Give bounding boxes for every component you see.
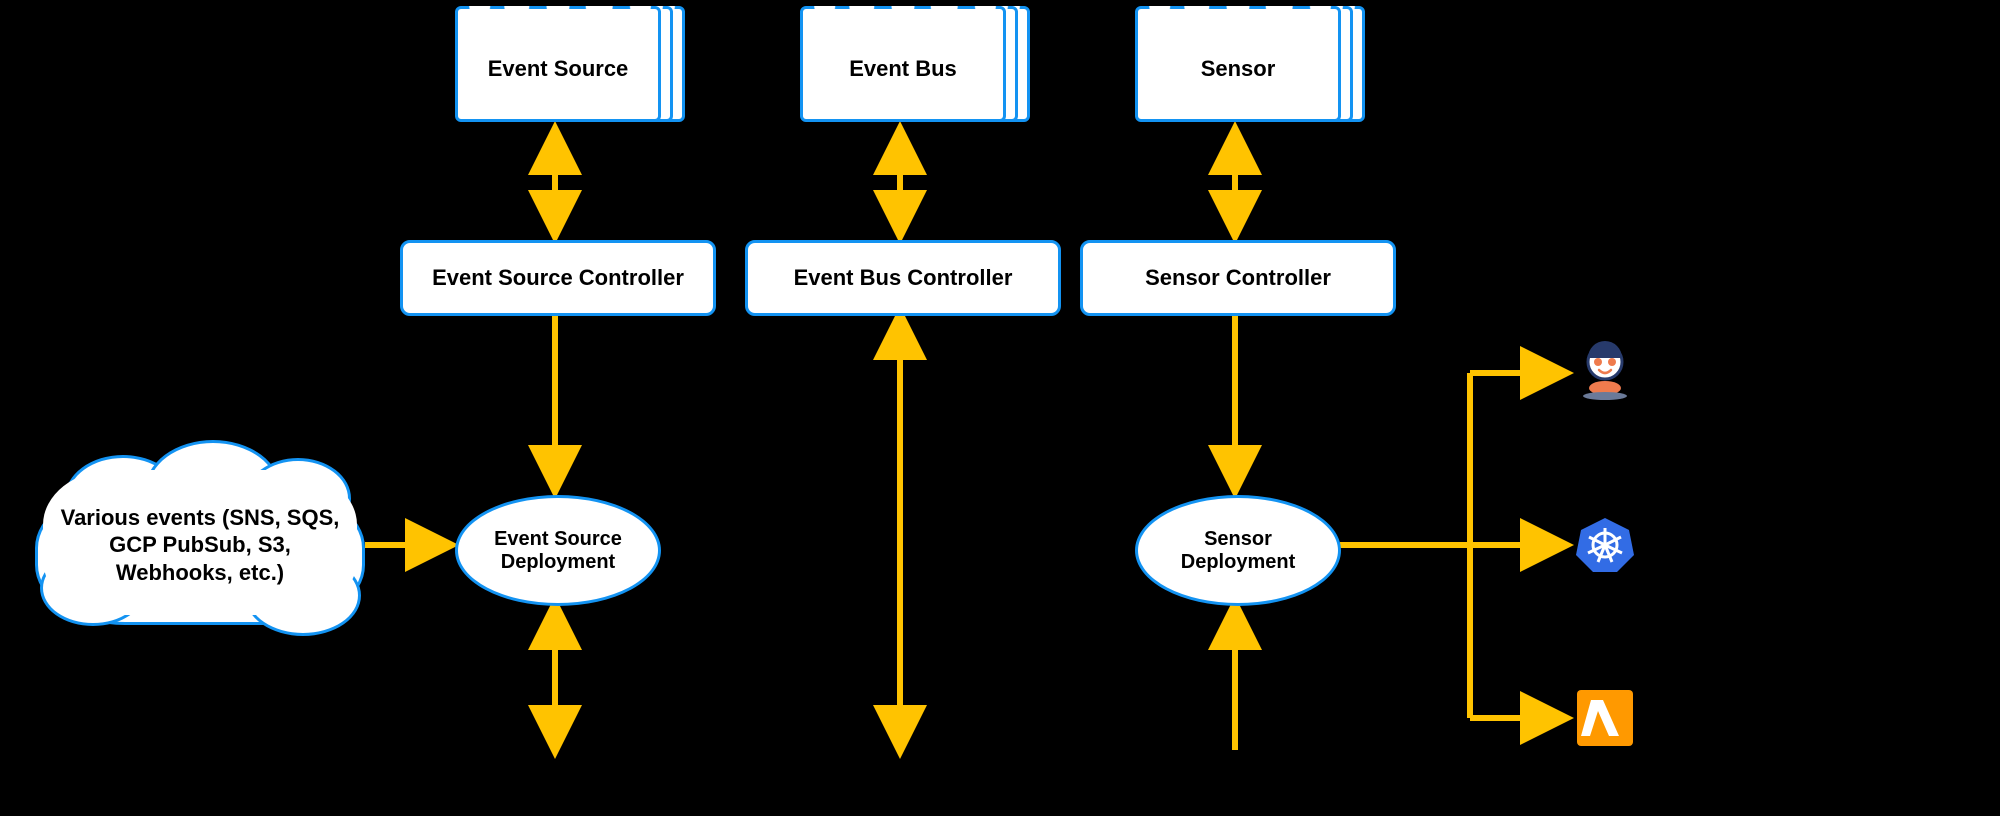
aws-lambda-icon bbox=[1575, 688, 1635, 748]
argo-icon bbox=[1575, 340, 1635, 400]
event-bus-caption: Event Bus with NATS Streaming bbox=[750, 785, 1086, 811]
event-source-stack-label: Event Source bbox=[458, 9, 658, 119]
architecture-diagram: Event Source Event Source Controller Eve… bbox=[0, 0, 2000, 816]
kubernetes-icon bbox=[1575, 515, 1635, 575]
event-bus-stack-label: Event Bus bbox=[803, 9, 1003, 119]
event-source-controller: Event Source Controller bbox=[400, 240, 716, 316]
event-bus-controller: Event Bus Controller bbox=[745, 240, 1061, 316]
sensor-stack-label: Sensor bbox=[1138, 9, 1338, 119]
events-cloud-label: Various events (SNS, SQS, GCP PubSub, S3… bbox=[35, 450, 365, 640]
sensor-controller: Sensor Controller bbox=[1080, 240, 1396, 316]
event-source-deployment: Event SourceDeployment bbox=[455, 495, 661, 606]
arrows-layer bbox=[0, 0, 2000, 816]
events-cloud: Various events (SNS, SQS, GCP PubSub, S3… bbox=[35, 450, 365, 640]
sensor-deployment: SensorDeployment bbox=[1135, 495, 1341, 606]
